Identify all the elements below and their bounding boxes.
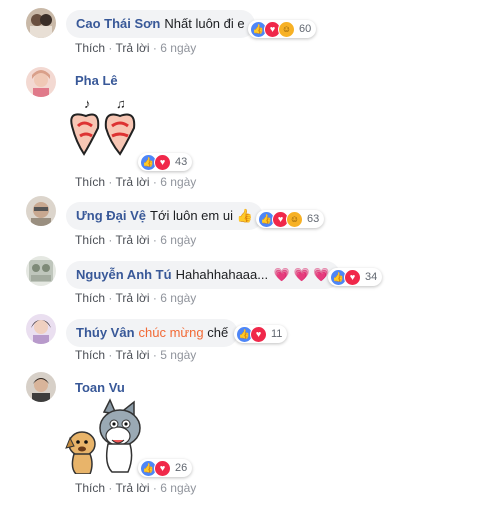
- commenter-name[interactable]: Thúy Vân: [76, 325, 135, 340]
- heart-emoji: 💗 💗 💗: [273, 267, 330, 282]
- like-link[interactable]: Thích: [75, 348, 105, 362]
- commenter-name[interactable]: Toan Vu: [75, 380, 125, 395]
- reaction-summary[interactable]: 👍 ♥ 11: [234, 325, 288, 343]
- separator: ·: [108, 481, 113, 495]
- comment-bubble: Nguyễn Anh Tú Hahahhahaaa... 💗 💗 💗: [66, 261, 340, 289]
- love-icon: ♥: [154, 459, 171, 477]
- comment-text: Hahahhahaaa...: [175, 267, 269, 282]
- reaction-summary[interactable]: 👍 ♥ 26: [138, 459, 193, 477]
- separator: ·: [152, 291, 157, 305]
- like-link[interactable]: Thích: [75, 41, 105, 55]
- reaction-count: 63: [307, 213, 320, 225]
- avatar[interactable]: [26, 372, 56, 402]
- commenter-name[interactable]: Cao Thái Sơn: [76, 16, 160, 31]
- timestamp[interactable]: 6 ngày: [160, 291, 196, 305]
- thumbs-up-emoji: 👍: [236, 208, 253, 223]
- separator: ·: [152, 481, 157, 495]
- comment-bubble: Cao Thái Sơn Nhất luôn đi e: [66, 10, 255, 38]
- separator: ·: [152, 348, 157, 362]
- avatar[interactable]: [26, 8, 56, 38]
- separator: ·: [152, 175, 157, 189]
- reaction-summary[interactable]: 👍 ♥ ☺ 63: [256, 210, 325, 228]
- comment-bubble: Thúy Vân chúc mừng chế: [66, 319, 239, 347]
- comment-actions: Thích · Trả lời · 5 ngày: [75, 348, 196, 362]
- separator: ·: [108, 348, 113, 362]
- like-link[interactable]: Thích: [75, 291, 105, 305]
- reply-link[interactable]: Trả lời: [115, 348, 149, 362]
- reaction-count: 60: [299, 23, 312, 35]
- comment-text: Nhất luôn đi e: [164, 16, 245, 31]
- timestamp[interactable]: 6 ngày: [160, 175, 196, 189]
- svg-text:♪: ♪: [84, 96, 91, 111]
- reply-link[interactable]: Trả lời: [115, 175, 149, 189]
- commenter-name[interactable]: Nguyễn Anh Tú: [76, 267, 172, 282]
- reaction-count: 11: [271, 328, 283, 340]
- reaction-count: 26: [175, 462, 188, 474]
- avatar[interactable]: [26, 196, 56, 226]
- comment-bubble: Ưng Đại Vệ Tới luôn em ui 👍: [66, 202, 263, 230]
- love-icon: ♥: [154, 153, 171, 171]
- separator: ·: [108, 41, 113, 55]
- comment-actions: Thích · Trả lời · 6 ngày: [75, 291, 196, 305]
- commenter-name[interactable]: Ưng Đại Vệ: [76, 208, 146, 223]
- reply-link[interactable]: Trả lời: [115, 41, 149, 55]
- highlighted-text: chúc mừng: [138, 325, 204, 340]
- avatar[interactable]: [26, 256, 56, 286]
- love-icon: ♥: [250, 325, 267, 343]
- timestamp[interactable]: 6 ngày: [160, 233, 196, 247]
- separator: ·: [152, 233, 157, 247]
- comment-text: Tới luôn em ui: [150, 208, 233, 223]
- timestamp[interactable]: 6 ngày: [160, 41, 196, 55]
- separator: ·: [108, 233, 113, 247]
- avatar[interactable]: [26, 314, 56, 344]
- separator: ·: [152, 41, 157, 55]
- comment-actions: Thích · Trả lời · 6 ngày: [75, 41, 196, 55]
- separator: ·: [108, 291, 113, 305]
- comment-actions: Thích · Trả lời · 6 ngày: [75, 481, 196, 495]
- reply-link[interactable]: Trả lời: [115, 233, 149, 247]
- svg-text:♫: ♫: [116, 96, 126, 111]
- comment-actions: Thích · Trả lời · 6 ngày: [75, 175, 196, 189]
- cat-dog-sticker: [64, 398, 148, 479]
- hearts-sticker: ♪ ♫: [64, 96, 144, 167]
- reaction-count: 43: [175, 156, 188, 168]
- haha-icon: ☺: [286, 210, 303, 228]
- like-link[interactable]: Thích: [75, 481, 105, 495]
- haha-icon: ☺: [278, 20, 295, 38]
- avatar[interactable]: [26, 67, 56, 97]
- commenter-name[interactable]: Pha Lê: [75, 73, 118, 88]
- like-link[interactable]: Thích: [75, 175, 105, 189]
- like-link[interactable]: Thích: [75, 233, 105, 247]
- separator: ·: [108, 175, 113, 189]
- reaction-summary[interactable]: 👍 ♥ ☺ 60: [248, 20, 317, 38]
- reaction-summary[interactable]: 👍 ♥ 43: [138, 153, 193, 171]
- reaction-count: 34: [365, 271, 378, 283]
- reply-link[interactable]: Trả lời: [115, 291, 149, 305]
- timestamp[interactable]: 6 ngày: [160, 481, 196, 495]
- timestamp[interactable]: 5 ngày: [160, 348, 196, 362]
- reply-link[interactable]: Trả lời: [115, 481, 149, 495]
- comment-text: chế: [207, 325, 229, 340]
- love-icon: ♥: [344, 268, 361, 286]
- reaction-summary[interactable]: 👍 ♥ 34: [328, 268, 383, 286]
- comment-actions: Thích · Trả lời · 6 ngày: [75, 233, 196, 247]
